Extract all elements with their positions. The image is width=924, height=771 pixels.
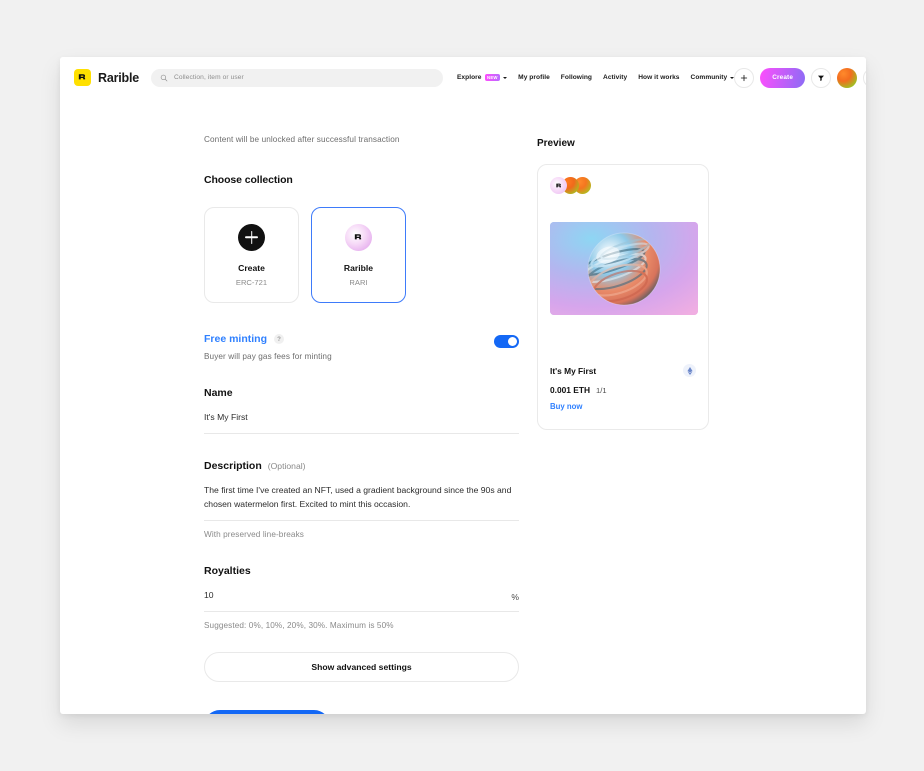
search-icon xyxy=(160,74,168,81)
name-input[interactable]: It's My First xyxy=(204,411,519,435)
new-badge: NEW xyxy=(484,74,501,81)
nav-item-activity[interactable]: Activity xyxy=(603,74,627,81)
site-header: Rarible Explore NEW My profile xyxy=(60,57,866,98)
preview-title-row: It's My First xyxy=(550,364,696,377)
free-minting-title-row: Free minting ? xyxy=(204,333,332,345)
ethereum-icon xyxy=(683,364,696,377)
collection-card-rarible[interactable]: Rarible RARI xyxy=(311,207,406,303)
plus-icon xyxy=(741,74,748,81)
show-advanced-settings-button[interactable]: Show advanced settings xyxy=(204,652,519,683)
royalties-hint: Suggested: 0%, 10%, 20%, 30%. Maximum is… xyxy=(204,621,394,631)
royalties-field-group: Royalties 10 % Suggested: 0%, 10%, 20%, … xyxy=(204,565,519,630)
rarible-logo-icon xyxy=(550,177,567,194)
preview-panel: Preview It's My First 0.001 ETH 1/1 Buy … xyxy=(537,138,709,430)
search-bar[interactable] xyxy=(150,68,443,87)
preview-title: Preview xyxy=(537,138,575,149)
theme-toggle-button[interactable] xyxy=(863,67,866,88)
description-hint: With preserved line-breaks xyxy=(204,529,304,539)
description-value: The first time I've created an NFT, used… xyxy=(204,485,514,509)
nav-item-explore[interactable]: Explore NEW xyxy=(456,74,508,81)
collection-card-create[interactable]: Create ERC-721 xyxy=(204,207,299,303)
search-input[interactable] xyxy=(173,74,434,81)
collection-name: Rarible xyxy=(343,262,374,273)
plus-circle-icon xyxy=(238,223,265,251)
buy-now-link[interactable]: Buy now xyxy=(550,402,696,411)
description-input[interactable]: The first time I've created an NFT, used… xyxy=(204,484,519,521)
description-optional-tag: (Optional) xyxy=(267,461,306,472)
preview-card[interactable]: It's My First 0.001 ETH 1/1 Buy now xyxy=(537,164,709,430)
free-minting-toggle[interactable] xyxy=(494,335,519,348)
sphere-artwork xyxy=(550,222,698,315)
description-field-group: Description (Optional) The first time I'… xyxy=(204,460,519,539)
nav-label: How it works xyxy=(638,74,680,81)
choose-collection-title: Choose collection xyxy=(204,174,293,186)
creator-avatars xyxy=(550,177,696,194)
help-icon[interactable]: ? xyxy=(274,334,285,344)
collection-name: Create xyxy=(238,262,265,273)
nav-label: My profile xyxy=(518,74,550,81)
rarible-logo-icon xyxy=(345,223,372,251)
nav-item-my-profile[interactable]: My profile xyxy=(518,74,550,81)
royalties-label-text: Royalties xyxy=(204,564,251,577)
app-window: Rarible Explore NEW My profile xyxy=(60,57,866,714)
preview-price: 0.001 ETH xyxy=(550,385,591,395)
free-minting-section: Free minting ? Buyer will pay gas fees f… xyxy=(204,333,519,361)
nav-label: Following xyxy=(560,74,593,81)
create-item-form: Content will be unlocked after successfu… xyxy=(204,98,519,714)
filter-icon xyxy=(818,75,825,81)
nav-item-how-it-works[interactable]: How it works xyxy=(638,74,679,81)
create-button[interactable]: Create xyxy=(760,67,806,88)
preview-price-row: 0.001 ETH 1/1 xyxy=(550,385,696,395)
plus-button[interactable] xyxy=(734,67,755,88)
name-field-group: Name It's My First xyxy=(204,387,519,435)
filter-button[interactable] xyxy=(811,67,832,88)
header-actions: Create xyxy=(734,67,866,88)
preview-item-name: It's My First xyxy=(550,365,597,376)
submit-row: Create item Saved just now ? xyxy=(204,710,519,714)
chevron-down-icon xyxy=(503,77,508,79)
preview-edition: 1/1 xyxy=(596,386,607,395)
free-minting-label: Free minting xyxy=(204,333,268,345)
main-nav: Explore NEW My profile Following Activit… xyxy=(456,74,735,81)
preview-meta: It's My First 0.001 ETH 1/1 Buy now xyxy=(550,364,696,411)
free-minting-subtitle: Buyer will pay gas fees for minting xyxy=(204,352,332,361)
brand-logo-link[interactable]: Rarible xyxy=(74,69,139,86)
brand-name: Rarible xyxy=(98,70,139,85)
collection-standard: ERC-721 xyxy=(235,277,268,287)
page-content: Content will be unlocked after successfu… xyxy=(60,98,866,714)
nav-item-community[interactable]: Community xyxy=(691,74,735,81)
royalties-value: 10 xyxy=(204,589,214,600)
nav-label: Explore xyxy=(456,74,482,81)
description-label-text: Description xyxy=(204,460,262,473)
nav-item-following[interactable]: Following xyxy=(561,74,592,81)
name-value: It's My First xyxy=(204,412,248,422)
nav-label: Activity xyxy=(603,74,628,81)
screen: Rarible Explore NEW My profile xyxy=(0,0,924,771)
name-label-text: Name xyxy=(204,387,233,399)
royalties-label: Royalties xyxy=(204,565,519,577)
royalties-input[interactable]: 10 % xyxy=(204,589,519,613)
collection-standard: RARI xyxy=(349,277,368,287)
description-label: Description (Optional) xyxy=(204,460,519,472)
name-label: Name xyxy=(204,387,519,399)
percent-suffix: % xyxy=(511,592,519,603)
collection-options: Create ERC-721 Rarible RARI xyxy=(204,207,519,303)
avatar[interactable] xyxy=(837,67,858,88)
nav-label: Community xyxy=(690,74,728,81)
toggle-knob xyxy=(507,336,518,347)
unlock-note: Content will be unlocked after successfu… xyxy=(204,135,400,144)
create-item-button[interactable]: Create item xyxy=(204,710,330,714)
rarible-logo-icon xyxy=(74,69,91,86)
nft-preview-image xyxy=(550,222,698,315)
